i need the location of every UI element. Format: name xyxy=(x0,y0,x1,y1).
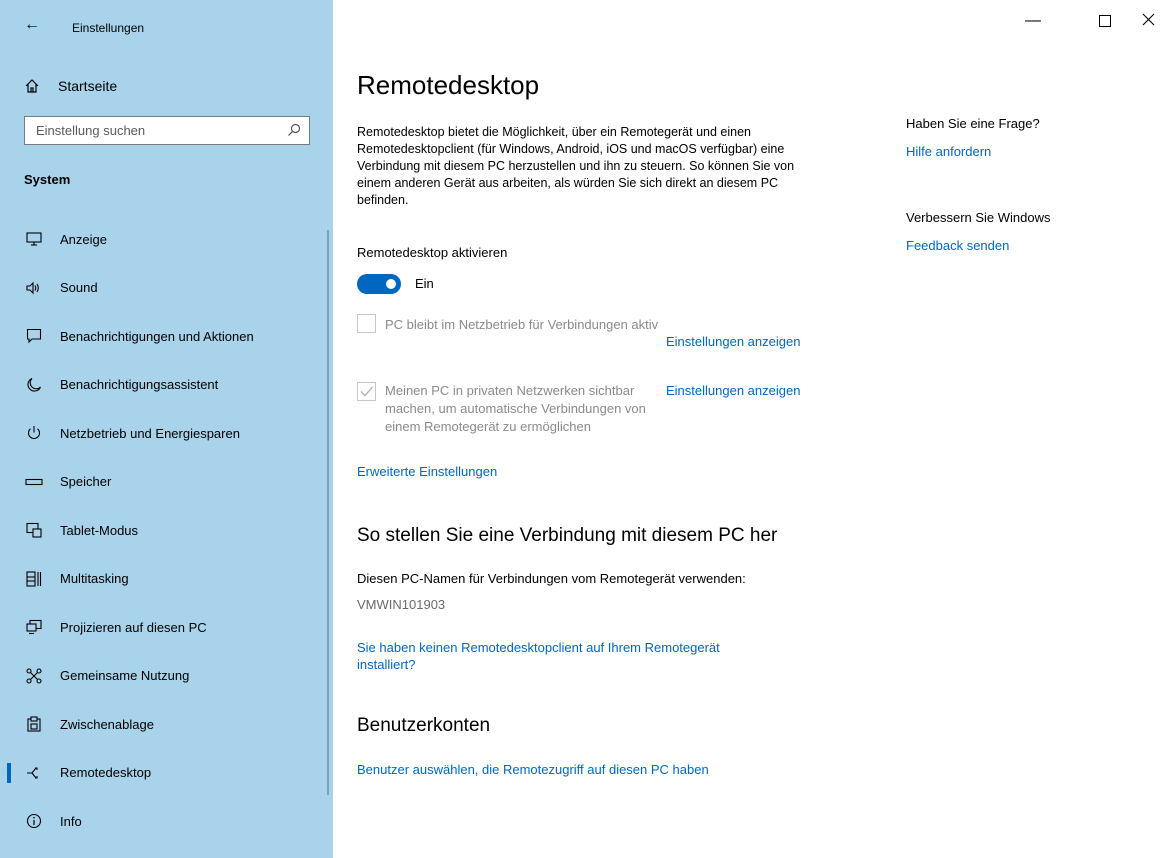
toggle-knob xyxy=(386,279,396,289)
remote-desktop-toggle[interactable] xyxy=(357,274,401,294)
notification-icon xyxy=(24,326,44,346)
sidebar-item-label: Anzeige xyxy=(60,231,107,247)
share-icon xyxy=(24,666,44,686)
improve-heading: Verbessern Sie Windows xyxy=(906,210,1051,225)
description: Remotedesktop bietet die Möglichkeit, üb… xyxy=(357,125,795,207)
checkmark-icon xyxy=(360,386,373,397)
help-link[interactable]: Hilfe anfordern xyxy=(906,144,991,159)
keep-awake-label: PC bleibt im Netzbetrieb für Verbindunge… xyxy=(385,317,659,332)
sidebar-item-label: Zwischenablage xyxy=(60,716,154,732)
multitasking-icon xyxy=(24,569,44,589)
sidebar-item-netzbetrieb[interactable]: Netzbetrieb und Energiesparen xyxy=(0,409,327,458)
discoverable-label: Meinen PC in privaten Netzwerken sichtba… xyxy=(385,383,646,434)
toggle-state: Ein xyxy=(415,276,434,291)
minimize-icon[interactable]: — xyxy=(1025,12,1041,30)
keep-awake-settings-link[interactable]: Einstellungen anzeigen xyxy=(666,334,800,349)
keep-awake-checkbox[interactable] xyxy=(357,314,376,333)
search-icon[interactable] xyxy=(287,123,301,142)
sidebar-item-tablet-modus[interactable]: Tablet-Modus xyxy=(0,506,327,555)
remote-desktop-icon xyxy=(24,763,44,783)
sidebar-item-speicher[interactable]: Speicher xyxy=(0,458,327,507)
sidebar-item-projizieren[interactable]: Projizieren auf diesen PC xyxy=(0,603,327,652)
sidebar-item-label: Benachrichtigungen und Aktionen xyxy=(60,328,254,344)
sidebar: ← Einstellungen Startseite System Anzeig… xyxy=(0,0,333,858)
sidebar-item-label: Gemeinsame Nutzung xyxy=(60,668,190,684)
tablet-mode-icon xyxy=(24,520,44,540)
sidebar-scrollbar[interactable] xyxy=(327,230,329,795)
moon-icon xyxy=(24,375,44,395)
power-icon xyxy=(24,423,44,443)
back-arrow-icon[interactable]: ← xyxy=(24,16,40,34)
monitor-icon xyxy=(24,229,44,249)
accounts-heading: Benutzerkonten xyxy=(357,715,491,736)
sidebar-item-benachrichtigungsassistent[interactable]: Benachrichtigungsassistent xyxy=(0,361,327,410)
discoverable-settings-link[interactable]: Einstellungen anzeigen xyxy=(666,383,800,398)
close-icon[interactable] xyxy=(1142,13,1155,31)
sidebar-item-label: Speicher xyxy=(60,474,112,490)
sidebar-item-gemeinsame-nutzung[interactable]: Gemeinsame Nutzung xyxy=(0,652,327,701)
sidebar-item-label: Tablet-Modus xyxy=(60,522,139,538)
page-title: Remotedesktop xyxy=(357,70,540,100)
content-pane: — Remotedesktop Remotedesktop bietet die… xyxy=(333,0,1167,858)
sidebar-item-label: Projizieren auf diesen PC xyxy=(60,619,207,635)
sidebar-item-remotedesktop[interactable]: Remotedesktop xyxy=(0,749,327,798)
home-label: Startseite xyxy=(58,78,118,94)
section-title: System xyxy=(24,172,71,187)
title-bar: ← Einstellungen xyxy=(0,0,333,55)
sidebar-item-anzeige[interactable]: Anzeige xyxy=(0,215,327,264)
sidebar-item-sound[interactable]: Sound xyxy=(0,264,327,313)
sidebar-item-label: Benachrichtigungsassistent xyxy=(60,377,219,393)
connect-heading: So stellen Sie eine Verbindung mit diese… xyxy=(357,525,778,546)
storage-icon xyxy=(24,472,44,492)
sidebar-item-label: Multitasking xyxy=(60,571,129,587)
project-icon xyxy=(24,617,44,637)
sidebar-item-label: Info xyxy=(60,813,82,829)
home-icon xyxy=(24,78,44,94)
advanced-settings-link[interactable]: Erweiterte Einstellungen xyxy=(357,464,497,479)
feedback-link[interactable]: Feedback senden xyxy=(906,238,1009,253)
search-box[interactable] xyxy=(24,116,310,145)
enable-label: Remotedesktop aktivieren xyxy=(357,245,508,260)
question-heading: Haben Sie eine Frage? xyxy=(906,116,1040,131)
pc-name-value: VMWIN101903 xyxy=(357,597,446,612)
pc-name-label: Diesen PC-Namen für Verbindungen vom Rem… xyxy=(357,571,746,586)
sidebar-item-benachrichtigungen[interactable]: Benachrichtigungen und Aktionen xyxy=(0,312,327,361)
sidebar-item-info[interactable]: Info xyxy=(0,797,327,846)
info-icon xyxy=(24,811,44,831)
select-users-link[interactable]: Benutzer auswählen, die Remotezugriff au… xyxy=(357,762,709,777)
no-client-link[interactable]: Sie haben keinen Remotedesktopclient auf… xyxy=(357,639,777,673)
discoverable-checkbox[interactable] xyxy=(357,382,376,401)
sidebar-item-zwischenablage[interactable]: Zwischenablage xyxy=(0,700,327,749)
search-input[interactable] xyxy=(25,117,286,143)
sidebar-item-label: Remotedesktop xyxy=(60,765,152,781)
sidebar-item-label: Netzbetrieb und Energiesparen xyxy=(60,425,240,441)
sidebar-nav: Anzeige Sound Benachrichtigungen und Akt… xyxy=(0,215,327,846)
speaker-icon xyxy=(24,278,44,298)
sidebar-home[interactable]: Startseite xyxy=(24,74,117,98)
clipboard-icon xyxy=(24,714,44,734)
maximize-icon[interactable] xyxy=(1099,14,1111,32)
sidebar-item-label: Sound xyxy=(60,280,98,296)
app-title: Einstellungen xyxy=(72,21,145,35)
sidebar-item-multitasking[interactable]: Multitasking xyxy=(0,555,327,604)
